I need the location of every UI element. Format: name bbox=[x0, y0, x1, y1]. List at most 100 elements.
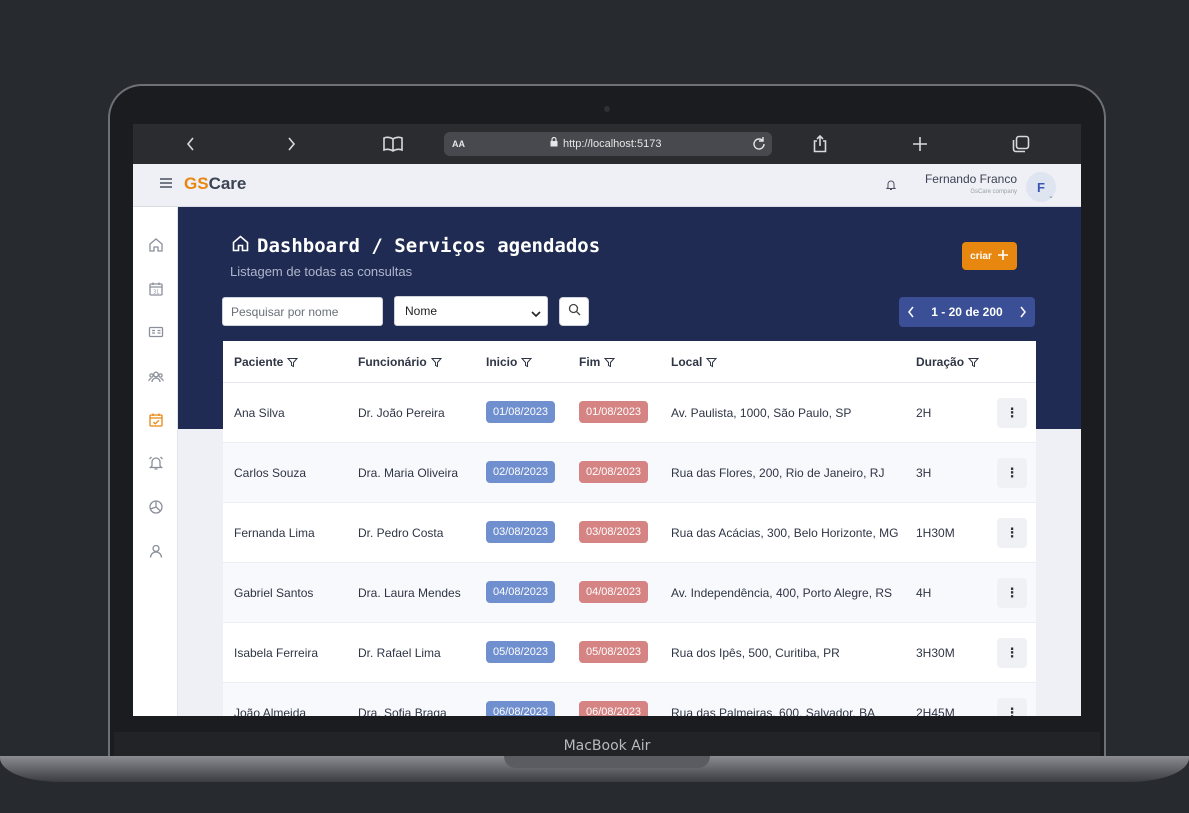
end-date-badge: 02/08/2023 bbox=[579, 461, 649, 483]
svg-text:31: 31 bbox=[153, 290, 159, 296]
start-date-badge: 06/08/2023 bbox=[486, 701, 556, 716]
end-date-badge: 01/08/2023 bbox=[579, 401, 649, 423]
reload-icon[interactable] bbox=[752, 136, 766, 153]
search-button[interactable] bbox=[559, 297, 589, 326]
cell-paciente: Ana Silva bbox=[234, 406, 285, 420]
filter-icon[interactable] bbox=[604, 357, 616, 368]
column-header-fim[interactable]: Fim bbox=[579, 341, 616, 383]
start-date-badge: 02/08/2023 bbox=[486, 461, 556, 483]
page-title: Dashboard / Serviços agendados bbox=[231, 234, 600, 258]
kebab-icon: ⋮ bbox=[1005, 585, 1019, 600]
cell-local: Rua dos Ipês, 500, Curitiba, PR bbox=[671, 646, 840, 660]
column-header-duracao[interactable]: Duração bbox=[916, 341, 980, 383]
calendar-icon[interactable]: 31 bbox=[148, 281, 164, 297]
end-date-badge: 05/08/2023 bbox=[579, 641, 649, 663]
chevron-down-icon bbox=[531, 307, 541, 321]
cell-funcionario: Dra. Laura Mendes bbox=[358, 586, 461, 600]
screen: AA http://localhost:5173 GSCare Fernando… bbox=[133, 124, 1081, 716]
pagination-prev-button[interactable] bbox=[899, 297, 923, 327]
address-bar[interactable]: AA http://localhost:5173 bbox=[444, 132, 772, 156]
menu-icon[interactable] bbox=[159, 176, 173, 190]
cell-funcionario: Dra. Maria Oliveira bbox=[358, 466, 459, 480]
start-date-badge: 03/08/2023 bbox=[486, 521, 556, 543]
filter-icon[interactable] bbox=[968, 357, 980, 368]
bell-icon[interactable] bbox=[885, 178, 897, 196]
end-date-badge: 06/08/2023 bbox=[579, 701, 649, 716]
more-options-button[interactable]: ⋮ bbox=[997, 398, 1027, 428]
users-icon[interactable] bbox=[148, 369, 164, 385]
table-row[interactable]: Gabriel Santos Dra. Laura Mendes 04/08/2… bbox=[223, 563, 1036, 623]
user-company: GsCare company bbox=[970, 189, 1017, 195]
kebab-icon: ⋮ bbox=[1005, 645, 1019, 660]
more-options-button[interactable]: ⋮ bbox=[997, 638, 1027, 668]
create-button[interactable]: criar bbox=[962, 242, 1017, 270]
start-date-badge: 01/08/2023 bbox=[486, 401, 556, 423]
search-input[interactable] bbox=[222, 297, 383, 326]
book-icon[interactable] bbox=[373, 124, 413, 164]
cell-duracao: 2H45M bbox=[916, 706, 955, 716]
column-header-local[interactable]: Local bbox=[671, 341, 718, 383]
page-subtitle: Listagem de todas as consultas bbox=[230, 264, 413, 279]
table-row[interactable]: Fernanda Lima Dr. Pedro Costa 03/08/2023… bbox=[223, 503, 1036, 563]
share-icon[interactable] bbox=[800, 124, 840, 164]
tabs-icon[interactable] bbox=[1001, 124, 1041, 164]
more-options-button[interactable]: ⋮ bbox=[997, 698, 1027, 716]
cell-paciente: João Almeida bbox=[234, 706, 307, 716]
cell-local: Rua das Acácias, 300, Belo Horizonte, MG bbox=[671, 526, 899, 540]
user-icon[interactable] bbox=[148, 543, 164, 559]
more-options-button[interactable]: ⋮ bbox=[997, 458, 1027, 488]
plus-icon[interactable] bbox=[900, 124, 940, 164]
cell-paciente: Carlos Souza bbox=[234, 466, 307, 480]
id-card-icon[interactable] bbox=[148, 324, 164, 340]
chevron-left-icon[interactable] bbox=[171, 124, 211, 164]
pie-chart-icon[interactable] bbox=[148, 499, 164, 515]
cell-funcionario: Dr. João Pereira bbox=[358, 406, 445, 420]
cell-duracao: 4H bbox=[916, 586, 932, 600]
browser-toolbar: AA http://localhost:5173 bbox=[133, 124, 1081, 164]
pagination-next-button[interactable] bbox=[1011, 297, 1035, 327]
cell-duracao: 3H bbox=[916, 466, 932, 480]
table-row[interactable]: Isabela Ferreira Dr. Rafael Lima 05/08/2… bbox=[223, 623, 1036, 683]
filter-icon[interactable] bbox=[706, 357, 718, 368]
table-row[interactable]: Carlos Souza Dra. Maria Oliveira 02/08/2… bbox=[223, 443, 1036, 503]
camera bbox=[604, 106, 610, 112]
kebab-icon: ⋮ bbox=[1005, 405, 1019, 420]
cell-local: Rua das Flores, 200, Rio de Janeiro, RJ bbox=[671, 466, 885, 480]
start-date-badge: 05/08/2023 bbox=[486, 641, 556, 663]
cell-local: Rua das Palmeiras, 600, Salvador, BA bbox=[671, 706, 876, 716]
more-options-button[interactable]: ⋮ bbox=[997, 578, 1027, 608]
appointments-table: Paciente Funcionário Inicio Fim Local Du… bbox=[223, 341, 1036, 716]
more-options-button[interactable]: ⋮ bbox=[997, 518, 1027, 548]
app-logo[interactable]: GSCare bbox=[184, 174, 246, 194]
search-icon bbox=[568, 303, 581, 321]
column-header-funcionario[interactable]: Funcionário bbox=[358, 341, 442, 383]
start-date-badge: 04/08/2023 bbox=[486, 581, 556, 603]
column-header-inicio[interactable]: Inicio bbox=[486, 341, 533, 383]
cell-duracao: 3H30M bbox=[916, 646, 955, 660]
chevron-down-icon[interactable]: ⌄ bbox=[1048, 192, 1054, 200]
end-date-badge: 04/08/2023 bbox=[579, 581, 649, 603]
laptop-notch bbox=[504, 756, 710, 768]
cell-local: Av. Independência, 400, Porto Alegre, RS bbox=[671, 586, 893, 600]
cell-funcionario: Dra. Sofia Braga bbox=[358, 706, 447, 716]
reader-mode-button[interactable]: AA bbox=[452, 132, 465, 156]
kebab-icon: ⋮ bbox=[1005, 525, 1019, 540]
cell-funcionario: Dr. Pedro Costa bbox=[358, 526, 444, 540]
filter-select[interactable]: Nome bbox=[394, 296, 548, 326]
alarm-icon[interactable] bbox=[148, 455, 164, 471]
calendar-check-icon[interactable] bbox=[148, 412, 164, 428]
filter-icon[interactable] bbox=[430, 357, 442, 368]
sidebar: 31 bbox=[133, 207, 178, 716]
cell-paciente: Fernanda Lima bbox=[234, 526, 315, 540]
filter-icon[interactable] bbox=[521, 357, 533, 368]
table-row[interactable]: Ana Silva Dr. João Pereira 01/08/2023 01… bbox=[223, 383, 1036, 443]
chevron-right-icon[interactable] bbox=[271, 124, 311, 164]
cell-duracao: 1H30M bbox=[916, 526, 955, 540]
table-row[interactable]: João Almeida Dra. Sofia Braga 06/08/2023… bbox=[223, 683, 1036, 716]
cell-paciente: Gabriel Santos bbox=[234, 586, 314, 600]
filter-icon[interactable] bbox=[287, 357, 299, 368]
home-icon[interactable] bbox=[148, 237, 164, 253]
column-header-paciente[interactable]: Paciente bbox=[234, 341, 299, 383]
pagination-label: 1 - 20 de 200 bbox=[931, 305, 1003, 319]
app-header: GSCare Fernando Franco GsCare company F … bbox=[133, 164, 1081, 207]
